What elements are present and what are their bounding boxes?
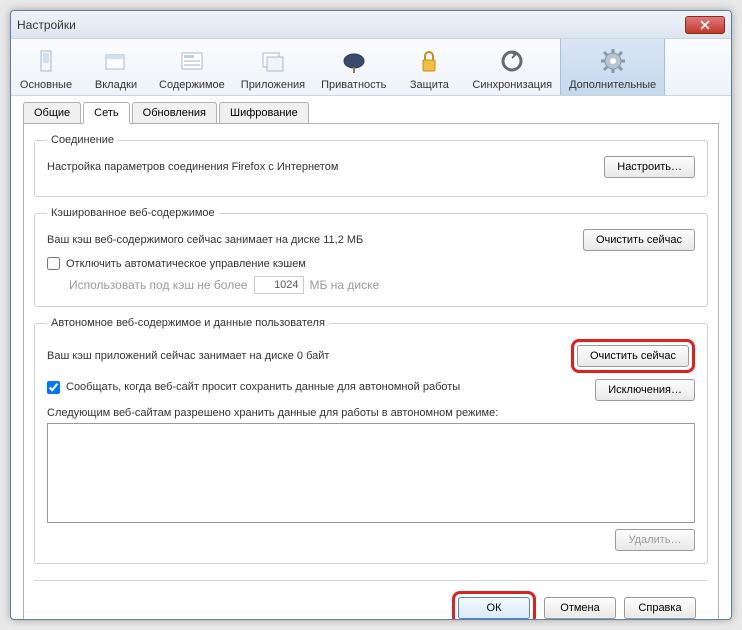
- category-sync[interactable]: Синхронизация: [464, 39, 560, 95]
- cache-limit-prefix: Использовать под кэш не более: [69, 278, 248, 292]
- remove-site-button[interactable]: Удалить…: [615, 529, 695, 551]
- connection-legend: Соединение: [47, 134, 118, 146]
- help-button[interactable]: Справка: [624, 597, 696, 619]
- cancel-button[interactable]: Отмена: [544, 597, 616, 619]
- cached-status: Ваш кэш веб-содержимого сейчас занимает …: [47, 234, 583, 246]
- offline-group: Автономное веб-содержимое и данные польз…: [34, 317, 708, 564]
- category-label: Приватность: [321, 79, 386, 91]
- clear-cache-button[interactable]: Очистить сейчас: [583, 229, 695, 251]
- category-label: Синхронизация: [472, 79, 552, 91]
- highlight-clear-offline: Очистить сейчас: [571, 339, 695, 373]
- tab-general[interactable]: Общие: [23, 102, 81, 124]
- cached-legend: Кэшированное веб-содержимое: [47, 207, 219, 219]
- cache-limit-input[interactable]: [254, 276, 304, 294]
- category-label: Приложения: [241, 79, 305, 91]
- notify-offline-checkbox[interactable]: [47, 381, 60, 394]
- offline-legend: Автономное веб-содержимое и данные польз…: [47, 317, 329, 329]
- window-title: Настройки: [17, 18, 685, 32]
- close-icon: [700, 20, 710, 30]
- privacy-icon: [338, 45, 370, 77]
- exceptions-button[interactable]: Исключения…: [595, 379, 695, 401]
- category-label: Основные: [19, 79, 73, 91]
- lock-icon: [413, 45, 445, 77]
- tab-encryption[interactable]: Шифрование: [219, 102, 309, 124]
- clear-offline-button[interactable]: Очистить сейчас: [577, 345, 689, 367]
- highlight-ok: ОК: [452, 591, 536, 619]
- subtabs: Общие Сеть Обновления Шифрование: [23, 102, 719, 124]
- tab-update[interactable]: Обновления: [132, 102, 217, 124]
- offline-status: Ваш кэш приложений сейчас занимает на ди…: [47, 350, 571, 362]
- category-label: Содержимое: [159, 79, 225, 91]
- sync-icon: [496, 45, 528, 77]
- offline-list-label: Следующим веб-сайтам разрешено хранить д…: [47, 407, 695, 419]
- content-area: Общие Сеть Обновления Шифрование Соедине…: [11, 96, 731, 619]
- network-panel: Соединение Настройка параметров соединен…: [23, 123, 719, 619]
- content-icon: [176, 45, 208, 77]
- override-cache-label: Отключить автоматическое управление кэше…: [66, 258, 306, 270]
- category-tabs[interactable]: Вкладки: [81, 39, 151, 95]
- connection-group: Соединение Настройка параметров соединен…: [34, 134, 708, 197]
- category-general[interactable]: Основные: [11, 39, 81, 95]
- ok-button[interactable]: ОК: [458, 597, 530, 619]
- tabs-icon: [100, 45, 132, 77]
- close-button[interactable]: [685, 16, 725, 34]
- category-label: Дополнительные: [569, 79, 656, 91]
- category-content[interactable]: Содержимое: [151, 39, 233, 95]
- category-label: Вкладки: [89, 79, 143, 91]
- connection-text: Настройка параметров соединения Firefox …: [47, 161, 604, 173]
- apps-icon: [257, 45, 289, 77]
- general-icon: [30, 45, 62, 77]
- category-toolbar: Основные Вкладки Содержимое Приложения П…: [11, 39, 731, 96]
- settings-window: Настройки Основные Вкладки Содержимое Пр…: [10, 10, 732, 620]
- category-advanced[interactable]: Дополнительные: [560, 39, 665, 95]
- titlebar: Настройки: [11, 11, 731, 39]
- cached-group: Кэшированное веб-содержимое Ваш кэш веб-…: [34, 207, 708, 307]
- notify-offline-label: Сообщать, когда веб-сайт просит сохранит…: [66, 381, 460, 393]
- connection-settings-button[interactable]: Настроить…: [604, 156, 695, 178]
- override-cache-checkbox[interactable]: [47, 257, 60, 270]
- category-applications[interactable]: Приложения: [233, 39, 313, 95]
- dialog-footer: ОК Отмена Справка: [34, 580, 708, 619]
- offline-sites-list[interactable]: [47, 423, 695, 523]
- category-privacy[interactable]: Приватность: [313, 39, 394, 95]
- cache-limit-suffix: МБ на диске: [310, 278, 380, 292]
- category-label: Защита: [402, 79, 456, 91]
- gear-icon: [597, 45, 629, 77]
- category-security[interactable]: Защита: [394, 39, 464, 95]
- tab-network[interactable]: Сеть: [83, 102, 129, 124]
